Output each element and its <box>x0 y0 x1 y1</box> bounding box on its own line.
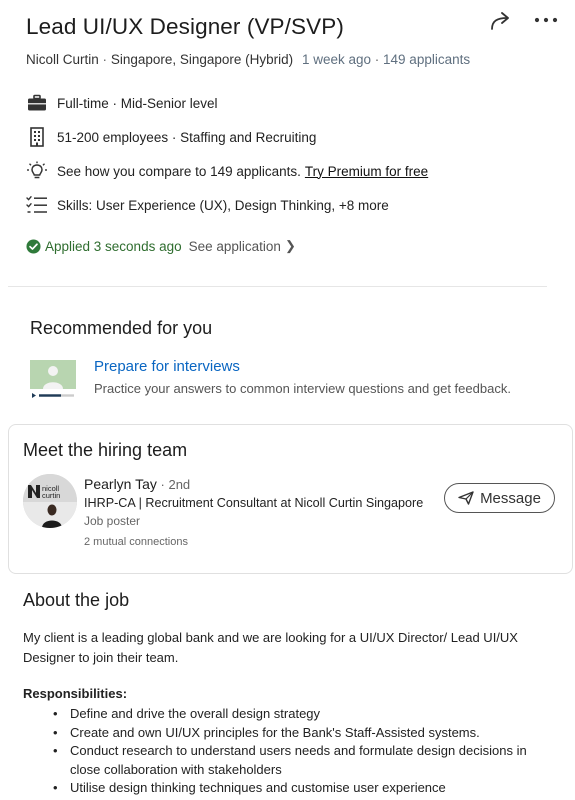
connection-degree: · 2nd <box>156 477 191 492</box>
list-item: Conduct research to understand users nee… <box>53 742 560 779</box>
poster-name-link[interactable]: Pearlyn Tay · 2nd <box>84 476 190 492</box>
poster-role: Job poster <box>84 514 141 528</box>
message-button[interactable]: Message <box>444 483 555 513</box>
interview-prep-thumbnail[interactable] <box>30 360 76 398</box>
insight-job-type: Full-time · Mid-Senior level <box>26 92 218 114</box>
recommended-heading: Recommended for you <box>30 318 213 338</box>
insight-text: Full-time · Mid-Senior level <box>57 95 218 111</box>
section-divider <box>8 286 547 287</box>
insight-skills[interactable]: Skills: User Experience (UX), Design Thi… <box>26 194 389 216</box>
insight-text: Skills: User Experience (UX), Design Thi… <box>57 197 389 213</box>
try-premium-link[interactable]: Try Premium for free <box>305 164 428 179</box>
applicant-count: 149 applicants <box>383 52 471 67</box>
insight-text: 51-200 employees · Staffing and Recruiti… <box>57 129 317 145</box>
see-application-link[interactable]: See application <box>189 239 281 254</box>
insight-text: See how you compare to 149 applicants. <box>57 163 301 179</box>
responsibilities-list: Define and drive the overall design stra… <box>53 705 560 798</box>
about-heading: About the job <box>23 590 130 610</box>
message-label: Message <box>480 489 541 507</box>
insight-compare: See how you compare to 149 applicants. T… <box>26 160 428 182</box>
responsibilities-heading: Responsibilities: <box>23 686 128 701</box>
more-icon <box>534 17 558 23</box>
chevron-right-icon: ❯ <box>284 238 296 253</box>
checklist-icon <box>26 195 48 215</box>
hiring-team-heading: Meet the hiring team <box>23 440 188 460</box>
application-status: Applied 3 seconds ago See application ❯ <box>26 238 296 254</box>
meta-separator: · <box>374 52 380 67</box>
mutual-connections[interactable]: 2 mutual connections <box>84 536 188 548</box>
poster-headline: IHRP-CA | Recruitment Consultant at Nico… <box>84 496 424 510</box>
building-icon <box>26 127 48 147</box>
applied-status-text: Applied 3 seconds ago <box>45 238 182 254</box>
briefcase-icon <box>26 93 48 113</box>
company-link[interactable]: Nicoll Curtin <box>26 52 99 67</box>
avatar[interactable]: nicoll curtin <box>23 474 77 528</box>
about-intro: My client is a leading global bank and w… <box>23 630 518 665</box>
send-icon <box>458 491 474 505</box>
share-icon <box>491 12 509 30</box>
avatar-logo-text: curtin <box>42 491 60 500</box>
poster-name: Pearlyn Tay <box>84 476 157 492</box>
job-title: Lead UI/UX Designer (VP/SVP) <box>26 14 344 39</box>
share-button[interactable] <box>488 10 514 32</box>
check-circle-icon <box>26 238 41 254</box>
hiring-team-card: Meet the hiring team nicoll curtin Pearl… <box>8 424 573 574</box>
recommended-description: Practice your answers to common intervie… <box>94 381 511 396</box>
insight-company-size: 51-200 employees · Staffing and Recruiti… <box>26 126 316 148</box>
meta-separator: · <box>102 52 108 67</box>
prepare-interviews-link[interactable]: Prepare for interviews <box>94 358 240 375</box>
list-item: Define and drive the overall design stra… <box>53 705 560 724</box>
list-item: Create and own UI/UX principles for the … <box>53 724 560 743</box>
job-location: Singapore, Singapore (Hybrid) <box>110 52 294 67</box>
more-options-button[interactable] <box>533 10 559 32</box>
lightbulb-icon <box>26 161 48 181</box>
list-item: Utilise design thinking techniques and c… <box>53 779 560 798</box>
posted-time: 1 week ago <box>301 52 371 67</box>
job-meta: Nicoll Curtin · Singapore, Singapore (Hy… <box>26 52 470 67</box>
